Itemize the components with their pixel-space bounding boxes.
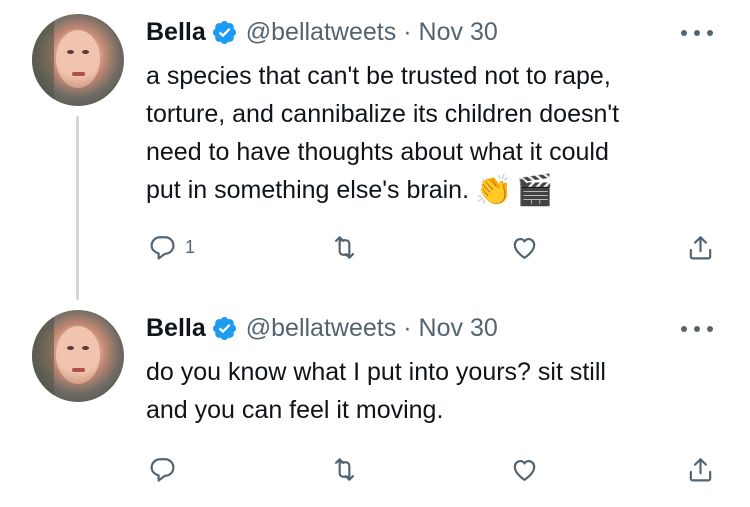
share-icon	[689, 235, 712, 259]
more-options-icon[interactable]	[681, 29, 713, 37]
retweet-button[interactable]	[330, 454, 367, 484]
share-icon	[689, 457, 712, 481]
more-options-icon[interactable]	[681, 325, 713, 333]
like-button[interactable]	[510, 454, 547, 484]
reply-icon	[150, 235, 175, 260]
reply-button[interactable]	[148, 454, 185, 484]
author-name[interactable]: Bella	[146, 313, 206, 343]
avatar[interactable]	[32, 310, 124, 402]
tweet-date[interactable]: Nov 30	[419, 17, 498, 47]
tweet-date[interactable]: Nov 30	[419, 313, 498, 343]
tweet[interactable]: Bella @bellatweets · Nov 30 do you know …	[0, 300, 750, 507]
avatar[interactable]	[32, 14, 124, 106]
verified-badge-icon	[212, 20, 236, 44]
tweet-actions	[146, 454, 716, 484]
share-button[interactable]	[686, 454, 715, 484]
reply-count: 1	[185, 236, 196, 257]
retweet-button[interactable]	[330, 232, 367, 262]
author-handle[interactable]: @bellatweets	[246, 17, 396, 47]
tweet-text: a species that can't be trusted not to r…	[146, 57, 716, 209]
separator-dot: ·	[403, 314, 412, 342]
author-handle[interactable]: @bellatweets	[246, 313, 396, 343]
retweet-icon	[334, 457, 355, 481]
tweet-body: do you know what I put into yours? sit s…	[146, 358, 606, 424]
tweet[interactable]: Bella @bellatweets · Nov 30 a species th…	[0, 0, 750, 300]
reply-icon	[150, 457, 175, 482]
separator-dot: ·	[403, 18, 412, 46]
heart-icon	[513, 459, 536, 481]
heart-icon	[513, 237, 536, 259]
tweet-actions: 1	[146, 232, 716, 262]
tweet-header: Bella @bellatweets · Nov 30	[146, 313, 498, 343]
like-button[interactable]	[510, 232, 547, 262]
verified-badge-icon	[212, 316, 236, 340]
author-name[interactable]: Bella	[146, 17, 206, 47]
clapping-hands-emoji-icon: 👏	[475, 174, 513, 208]
tweet-header: Bella @bellatweets · Nov 30	[146, 17, 498, 47]
retweet-icon	[334, 235, 355, 259]
clapper-board-emoji-icon: 🎬	[516, 174, 554, 208]
share-button[interactable]	[686, 232, 715, 262]
reply-button[interactable]: 1	[148, 232, 195, 262]
tweet-text: do you know what I put into yours? sit s…	[146, 353, 716, 429]
